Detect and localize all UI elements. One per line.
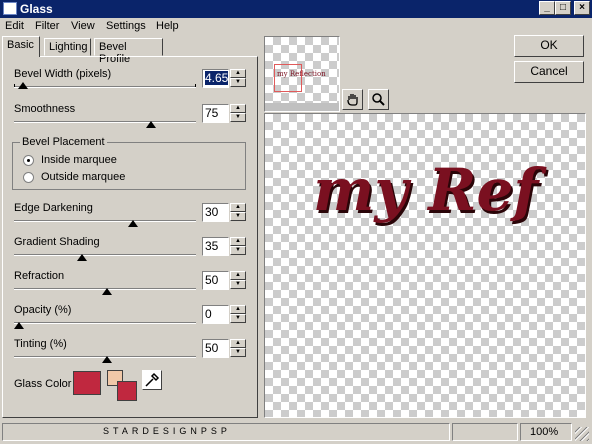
maximize-button[interactable]: □ xyxy=(555,1,571,15)
spin-up-icon[interactable]: ▲ xyxy=(230,203,246,212)
inside-marquee-label[interactable]: Inside marquee xyxy=(41,154,117,166)
eyedropper-button[interactable] xyxy=(142,370,162,390)
menu-bar: Edit Filter View Settings Help xyxy=(0,18,592,36)
menu-help[interactable]: Help xyxy=(156,20,179,32)
bevel-width-label: Bevel Width (pixels) xyxy=(14,68,112,80)
gradient-shading-label: Gradient Shading xyxy=(14,236,100,248)
opacity-input[interactable]: 0 xyxy=(202,305,229,324)
tinting-label: Tinting (%) xyxy=(14,338,67,350)
opacity-label: Opacity (%) xyxy=(14,304,72,316)
outside-marquee-label[interactable]: Outside marquee xyxy=(41,171,125,183)
gradient-shading-slider-track[interactable] xyxy=(14,254,196,256)
status-watermark: STARDESIGNPSP xyxy=(103,426,231,436)
menu-edit[interactable]: Edit xyxy=(5,20,24,32)
thumbnail-text: my Reflection xyxy=(277,70,326,78)
edge-darkening-label: Edge Darkening xyxy=(14,202,93,214)
preview-canvas[interactable]: my Ref xyxy=(264,113,586,418)
ok-button[interactable]: OK xyxy=(514,35,584,57)
refraction-label: Refraction xyxy=(14,270,65,282)
bevel-placement-group: Bevel Placement Inside marquee Outside m… xyxy=(12,136,246,190)
spin-down-icon[interactable]: ▼ xyxy=(230,78,246,87)
spin-down-icon[interactable]: ▼ xyxy=(230,246,246,255)
pan-tool-button[interactable] xyxy=(342,89,363,110)
bevel-placement-title: Bevel Placement xyxy=(20,136,107,148)
gradient-shading-input[interactable]: 35 xyxy=(202,237,229,256)
smoothness-slider-track[interactable] xyxy=(14,121,196,123)
edge-darkening-slider-thumb[interactable] xyxy=(128,220,138,227)
glass-color-primary-small-swatch[interactable] xyxy=(117,381,137,401)
tinting-slider-thumb[interactable] xyxy=(102,356,112,363)
bevel-width-value: 4.65 xyxy=(205,71,229,85)
resize-grip[interactable] xyxy=(575,427,589,441)
refraction-spinner[interactable]: ▲ ▼ xyxy=(230,271,246,290)
zoom-tool-button[interactable] xyxy=(368,89,389,110)
zoom-level: 100% xyxy=(530,426,559,438)
bevel-width-input[interactable]: 4.65 xyxy=(202,69,229,88)
status-empty-pane xyxy=(452,423,518,441)
preview-text: my Ref xyxy=(313,156,539,224)
spin-up-icon[interactable]: ▲ xyxy=(230,305,246,314)
edge-darkening-input[interactable]: 30 xyxy=(202,203,229,222)
bevel-width-spinner[interactable]: ▲ ▼ xyxy=(230,69,246,88)
status-zoom-pane: 100% xyxy=(520,423,572,441)
smoothness-spinner[interactable]: ▲ ▼ xyxy=(230,104,246,123)
spin-up-icon[interactable]: ▲ xyxy=(230,339,246,348)
bevel-width-slider-track[interactable] xyxy=(14,86,196,88)
glass-color-label: Glass Color xyxy=(14,378,72,390)
edge-darkening-spinner[interactable]: ▲ ▼ xyxy=(230,203,246,222)
tab-bevel-profile[interactable]: Bevel Profile xyxy=(94,38,163,65)
status-main-pane: STARDESIGNPSP xyxy=(2,423,450,441)
spin-down-icon[interactable]: ▼ xyxy=(230,212,246,221)
glass-color-swatch[interactable] xyxy=(73,371,101,395)
spin-down-icon[interactable]: ▼ xyxy=(230,280,246,289)
zoom-icon xyxy=(372,93,385,106)
inside-marquee-radio[interactable] xyxy=(23,155,34,166)
menu-filter[interactable]: Filter xyxy=(35,20,59,32)
slider-tick xyxy=(14,84,15,87)
hand-icon xyxy=(347,94,358,106)
tab-lighting[interactable]: Lighting xyxy=(44,38,91,56)
slider-tick xyxy=(195,84,196,87)
smoothness-input[interactable]: 75 xyxy=(202,104,229,123)
title-bar: Glass _ □ × xyxy=(0,0,592,18)
smoothness-label: Smoothness xyxy=(14,103,76,115)
menu-view[interactable]: View xyxy=(71,20,95,32)
spin-down-icon[interactable]: ▼ xyxy=(230,348,246,357)
app-icon xyxy=(3,2,17,15)
minimize-button[interactable]: _ xyxy=(539,1,555,15)
tab-basic[interactable]: Basic xyxy=(2,36,40,57)
spin-down-icon[interactable]: ▼ xyxy=(230,113,246,122)
refraction-input[interactable]: 50 xyxy=(202,271,229,290)
refraction-slider-thumb[interactable] xyxy=(102,288,112,295)
status-bar: STARDESIGNPSP 100% xyxy=(0,421,592,444)
thumbnail-bottom-band xyxy=(265,103,339,111)
smoothness-slider-thumb[interactable] xyxy=(146,121,156,128)
spin-down-icon[interactable]: ▼ xyxy=(230,314,246,323)
outside-marquee-radio[interactable] xyxy=(23,172,34,183)
navigator-viewport-rect[interactable] xyxy=(274,64,302,92)
opacity-slider-thumb[interactable] xyxy=(14,322,24,329)
opacity-slider-track[interactable] xyxy=(14,322,196,324)
edge-darkening-slider-track[interactable] xyxy=(14,220,196,222)
bevel-width-slider-thumb[interactable] xyxy=(18,82,28,89)
gradient-shading-slider-thumb[interactable] xyxy=(77,254,87,261)
opacity-spinner[interactable]: ▲ ▼ xyxy=(230,305,246,324)
spin-up-icon[interactable]: ▲ xyxy=(230,271,246,280)
tinting-input[interactable]: 50 xyxy=(202,339,229,358)
spin-up-icon[interactable]: ▲ xyxy=(230,104,246,113)
spin-up-icon[interactable]: ▲ xyxy=(230,69,246,78)
window-title: Glass xyxy=(20,2,53,16)
menu-settings[interactable]: Settings xyxy=(106,20,146,32)
close-button[interactable]: × xyxy=(574,1,590,15)
tinting-spinner[interactable]: ▲ ▼ xyxy=(230,339,246,358)
cancel-button[interactable]: Cancel xyxy=(514,61,584,83)
navigator-thumbnail[interactable]: my Reflection xyxy=(264,36,340,112)
eyedropper-icon xyxy=(145,372,160,387)
spin-up-icon[interactable]: ▲ xyxy=(230,237,246,246)
gradient-shading-spinner[interactable]: ▲ ▼ xyxy=(230,237,246,256)
